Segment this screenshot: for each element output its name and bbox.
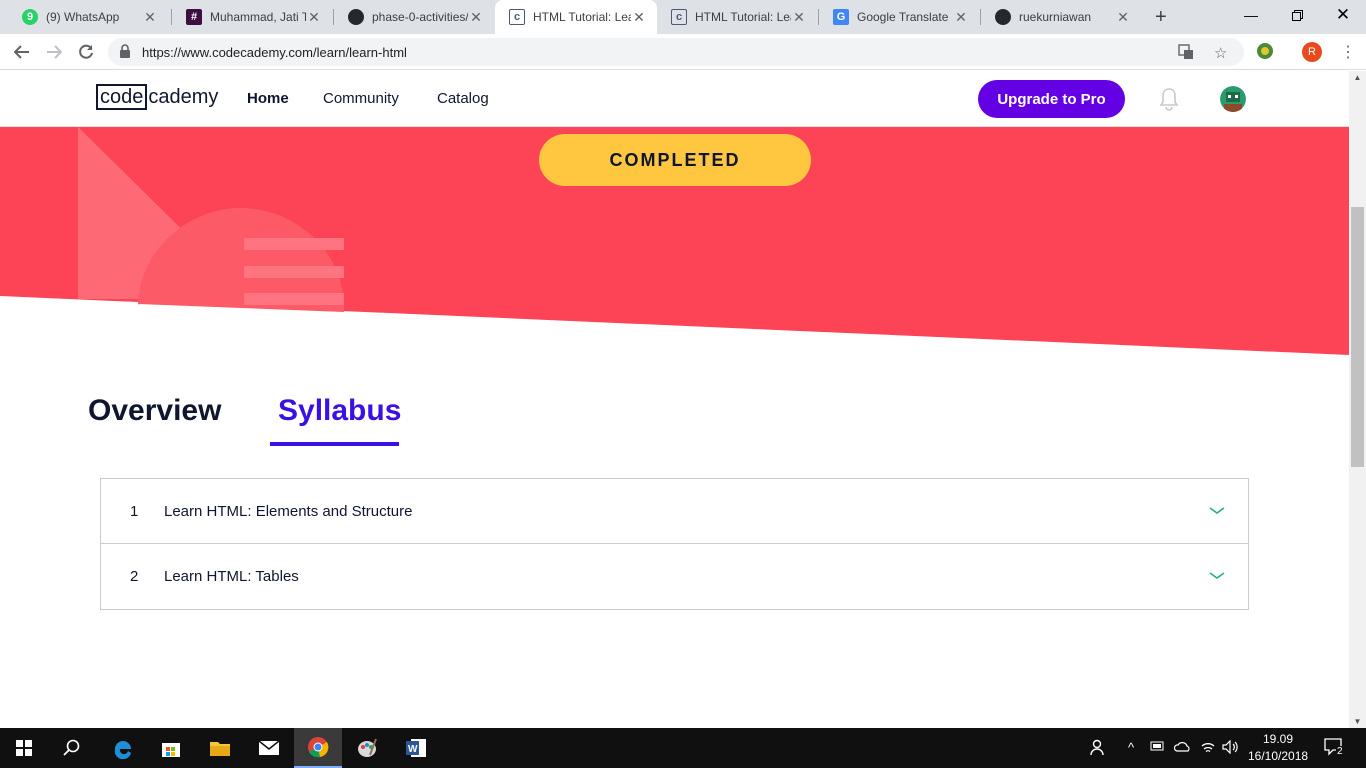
tab-title: HTML Tutorial: Lea — [533, 10, 631, 24]
file-explorer-icon[interactable] — [196, 728, 244, 768]
browser-tab-slack[interactable]: # Muhammad, Jati T ✕ — [172, 0, 332, 34]
chevron-up-icon[interactable]: ^ — [1128, 740, 1134, 755]
close-icon[interactable]: ✕ — [1115, 9, 1131, 26]
minimize-button[interactable]: — — [1228, 0, 1274, 30]
tab-title: Google Translate — [857, 10, 949, 24]
browser-tab-codecademy[interactable]: c HTML Tutorial: Lea ✕ — [657, 0, 817, 34]
close-icon[interactable]: ✕ — [953, 9, 969, 26]
completed-status-badge: COMPLETED — [539, 134, 811, 186]
word-icon[interactable]: W — [392, 728, 440, 768]
slack-icon: # — [186, 9, 202, 25]
extension-icon[interactable] — [1256, 42, 1274, 64]
github-icon — [995, 9, 1011, 25]
codecademy-icon: c — [671, 9, 687, 25]
scroll-down-arrow-icon[interactable]: ▼ — [1349, 717, 1366, 726]
reload-button[interactable] — [74, 40, 98, 64]
tab-overview[interactable]: Overview — [88, 394, 221, 428]
new-tab-button[interactable]: + — [1155, 6, 1167, 29]
logo-rest-text: cademy — [148, 85, 219, 108]
clock-time: 19.09 — [1262, 732, 1294, 746]
whatsapp-icon: 9 — [22, 9, 38, 25]
system-clock[interactable]: 19.09 16/10/2018 — [1248, 731, 1308, 765]
close-icon[interactable]: ✕ — [306, 9, 322, 26]
nav-community[interactable]: Community — [323, 90, 399, 107]
syllabus-item[interactable]: 1 Learn HTML: Elements and Structure — [101, 479, 1248, 544]
windows-taskbar: W ^ 19.09 16/10/2018 2 — [0, 728, 1366, 768]
chrome-taskbar-icon[interactable] — [294, 728, 342, 768]
browser-tab-codecademy-active[interactable]: c HTML Tutorial: Lea ✕ — [495, 0, 657, 34]
chevron-down-icon[interactable] — [1208, 504, 1226, 516]
svg-text:W: W — [408, 744, 418, 755]
paint-icon[interactable] — [343, 728, 391, 768]
battery-icon[interactable] — [1150, 740, 1166, 755]
close-icon[interactable]: ✕ — [468, 9, 484, 26]
close-icon[interactable]: ✕ — [142, 9, 158, 26]
tab-title: Muhammad, Jati T — [210, 10, 306, 24]
notification-count-badge: 2 — [1336, 746, 1344, 757]
syllabus-item-title: Learn HTML: Elements and Structure — [164, 502, 413, 520]
google-translate-icon: G — [833, 9, 849, 25]
notification-bell-icon[interactable] — [1158, 87, 1180, 111]
onedrive-icon[interactable] — [1173, 740, 1192, 755]
close-icon[interactable]: ✕ — [631, 9, 647, 26]
url-text: https://www.codecademy.com/learn/learn-h… — [142, 45, 407, 60]
tab-syllabus[interactable]: Syllabus — [278, 394, 401, 428]
nav-catalog[interactable]: Catalog — [437, 90, 489, 107]
scroll-thumb[interactable] — [1351, 207, 1364, 467]
syllabus-item-title: Learn HTML: Tables — [164, 568, 299, 585]
back-button[interactable] — [10, 40, 34, 64]
search-icon[interactable] — [48, 728, 96, 768]
upgrade-to-pro-button[interactable]: Upgrade to Pro — [978, 80, 1125, 118]
lock-icon — [120, 44, 130, 58]
active-tab-indicator — [270, 442, 399, 446]
tab-title: (9) WhatsApp — [46, 10, 120, 24]
store-icon[interactable] — [147, 728, 195, 768]
people-icon[interactable] — [1090, 738, 1108, 759]
tab-title: ruekurniawan — [1019, 10, 1092, 24]
browser-toolbar: https://www.codecademy.com/learn/learn-h… — [0, 34, 1366, 70]
volume-icon[interactable] — [1222, 739, 1240, 757]
user-avatar[interactable] — [1220, 86, 1246, 112]
address-bar[interactable]: https://www.codecademy.com/learn/learn-h… — [108, 38, 1244, 66]
browser-tab-github-profile[interactable]: ruekurniawan ✕ — [981, 0, 1141, 34]
tab-title: HTML Tutorial: Lea — [695, 10, 791, 24]
browser-tab-google-translate[interactable]: G Google Translate ✕ — [819, 0, 979, 34]
clock-date: 16/10/2018 — [1248, 749, 1309, 763]
forward-button[interactable] — [42, 40, 66, 64]
action-center-icon[interactable]: 2 — [1324, 738, 1344, 758]
page-scrollbar[interactable]: ▲ ▼ — [1349, 71, 1366, 728]
close-icon[interactable]: ✕ — [791, 9, 807, 26]
codecademy-icon: c — [509, 9, 525, 25]
mail-icon[interactable] — [245, 728, 293, 768]
browser-tab-strip: 9 (9) WhatsApp ✕ # Muhammad, Jati T ✕ ph… — [0, 0, 1366, 34]
scroll-up-arrow-icon[interactable]: ▲ — [1349, 73, 1366, 82]
site-header: code cademy Home Community Catalog Upgra… — [0, 71, 1349, 127]
wifi-icon[interactable] — [1200, 740, 1216, 757]
syllabus-item[interactable]: 2 Learn HTML: Tables — [101, 544, 1248, 609]
browser-tab-github-phase0[interactable]: phase-0-activities/ ✕ — [334, 0, 494, 34]
chevron-down-icon[interactable] — [1208, 569, 1226, 581]
chrome-menu-icon[interactable]: ⋮ — [1340, 42, 1356, 62]
tab-title: phase-0-activities/ — [372, 10, 468, 24]
syllabus-item-number: 1 — [130, 502, 139, 520]
logo-box-text: code — [96, 84, 148, 110]
syllabus-item-number: 2 — [130, 568, 139, 585]
restore-button[interactable] — [1274, 0, 1320, 30]
edge-browser-icon[interactable] — [99, 728, 147, 768]
translate-icon[interactable] — [1178, 44, 1194, 64]
windows-start-icon[interactable] — [0, 728, 48, 768]
close-window-button[interactable]: ✕ — [1320, 0, 1366, 30]
browser-tab-whatsapp[interactable]: 9 (9) WhatsApp ✕ — [8, 0, 168, 34]
profile-avatar[interactable]: R — [1302, 42, 1322, 62]
github-icon — [348, 9, 364, 25]
nav-home[interactable]: Home — [247, 90, 289, 107]
codecademy-logo[interactable]: code cademy — [96, 84, 218, 110]
syllabus-list: 1 Learn HTML: Elements and Structure 2 L… — [100, 478, 1249, 610]
bookmark-star-icon[interactable]: ☆ — [1214, 44, 1227, 62]
